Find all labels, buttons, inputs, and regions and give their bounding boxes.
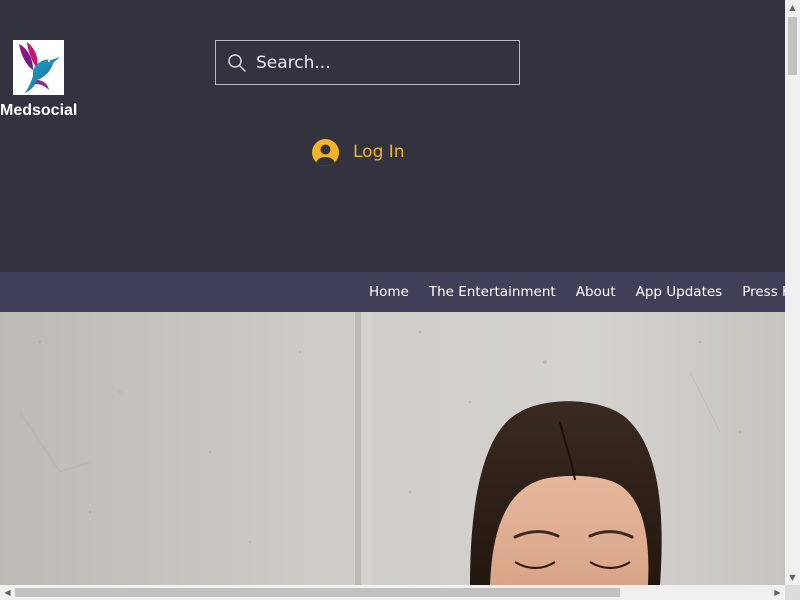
- login-button[interactable]: Log In: [312, 137, 405, 167]
- scroll-right-arrow-icon[interactable]: ▶: [770, 585, 785, 600]
- nav-item-home[interactable]: Home: [359, 272, 419, 312]
- scroll-down-arrow-icon[interactable]: ▼: [785, 570, 800, 585]
- nav-item-press-kit[interactable]: Press Kit: [732, 272, 785, 312]
- site-header: Medsocial Log In: [0, 0, 785, 272]
- page-viewport: Medsocial Log In Home: [0, 0, 785, 585]
- scroll-left-arrow-icon[interactable]: ◀: [0, 585, 15, 600]
- brand-name[interactable]: Medsocial: [0, 101, 77, 121]
- nav-item-app-updates[interactable]: App Updates: [626, 272, 733, 312]
- hero-photo-woman-icon: [0, 312, 785, 585]
- main-nav: Home The Entertainment About App Updates…: [0, 272, 785, 312]
- hero-image: [0, 312, 785, 585]
- nav-items: Home The Entertainment About App Updates…: [359, 272, 785, 312]
- nav-item-about[interactable]: About: [566, 272, 626, 312]
- hummingbird-logo-icon[interactable]: [13, 40, 64, 95]
- scrollbar-corner: [785, 585, 800, 600]
- vertical-scrollbar[interactable]: ▲ ▼: [785, 0, 800, 585]
- scroll-up-arrow-icon[interactable]: ▲: [785, 0, 800, 15]
- user-avatar-icon[interactable]: [312, 138, 339, 166]
- vertical-scroll-thumb[interactable]: [788, 17, 797, 75]
- horizontal-scroll-thumb[interactable]: [15, 588, 620, 597]
- nav-item-the-entertainment[interactable]: The Entertainment: [419, 272, 566, 312]
- search-box[interactable]: [215, 40, 520, 85]
- horizontal-scrollbar[interactable]: ◀ ▶: [0, 585, 785, 600]
- search-input[interactable]: [256, 41, 511, 84]
- login-label[interactable]: Log In: [353, 139, 405, 165]
- search-icon[interactable]: [227, 53, 247, 73]
